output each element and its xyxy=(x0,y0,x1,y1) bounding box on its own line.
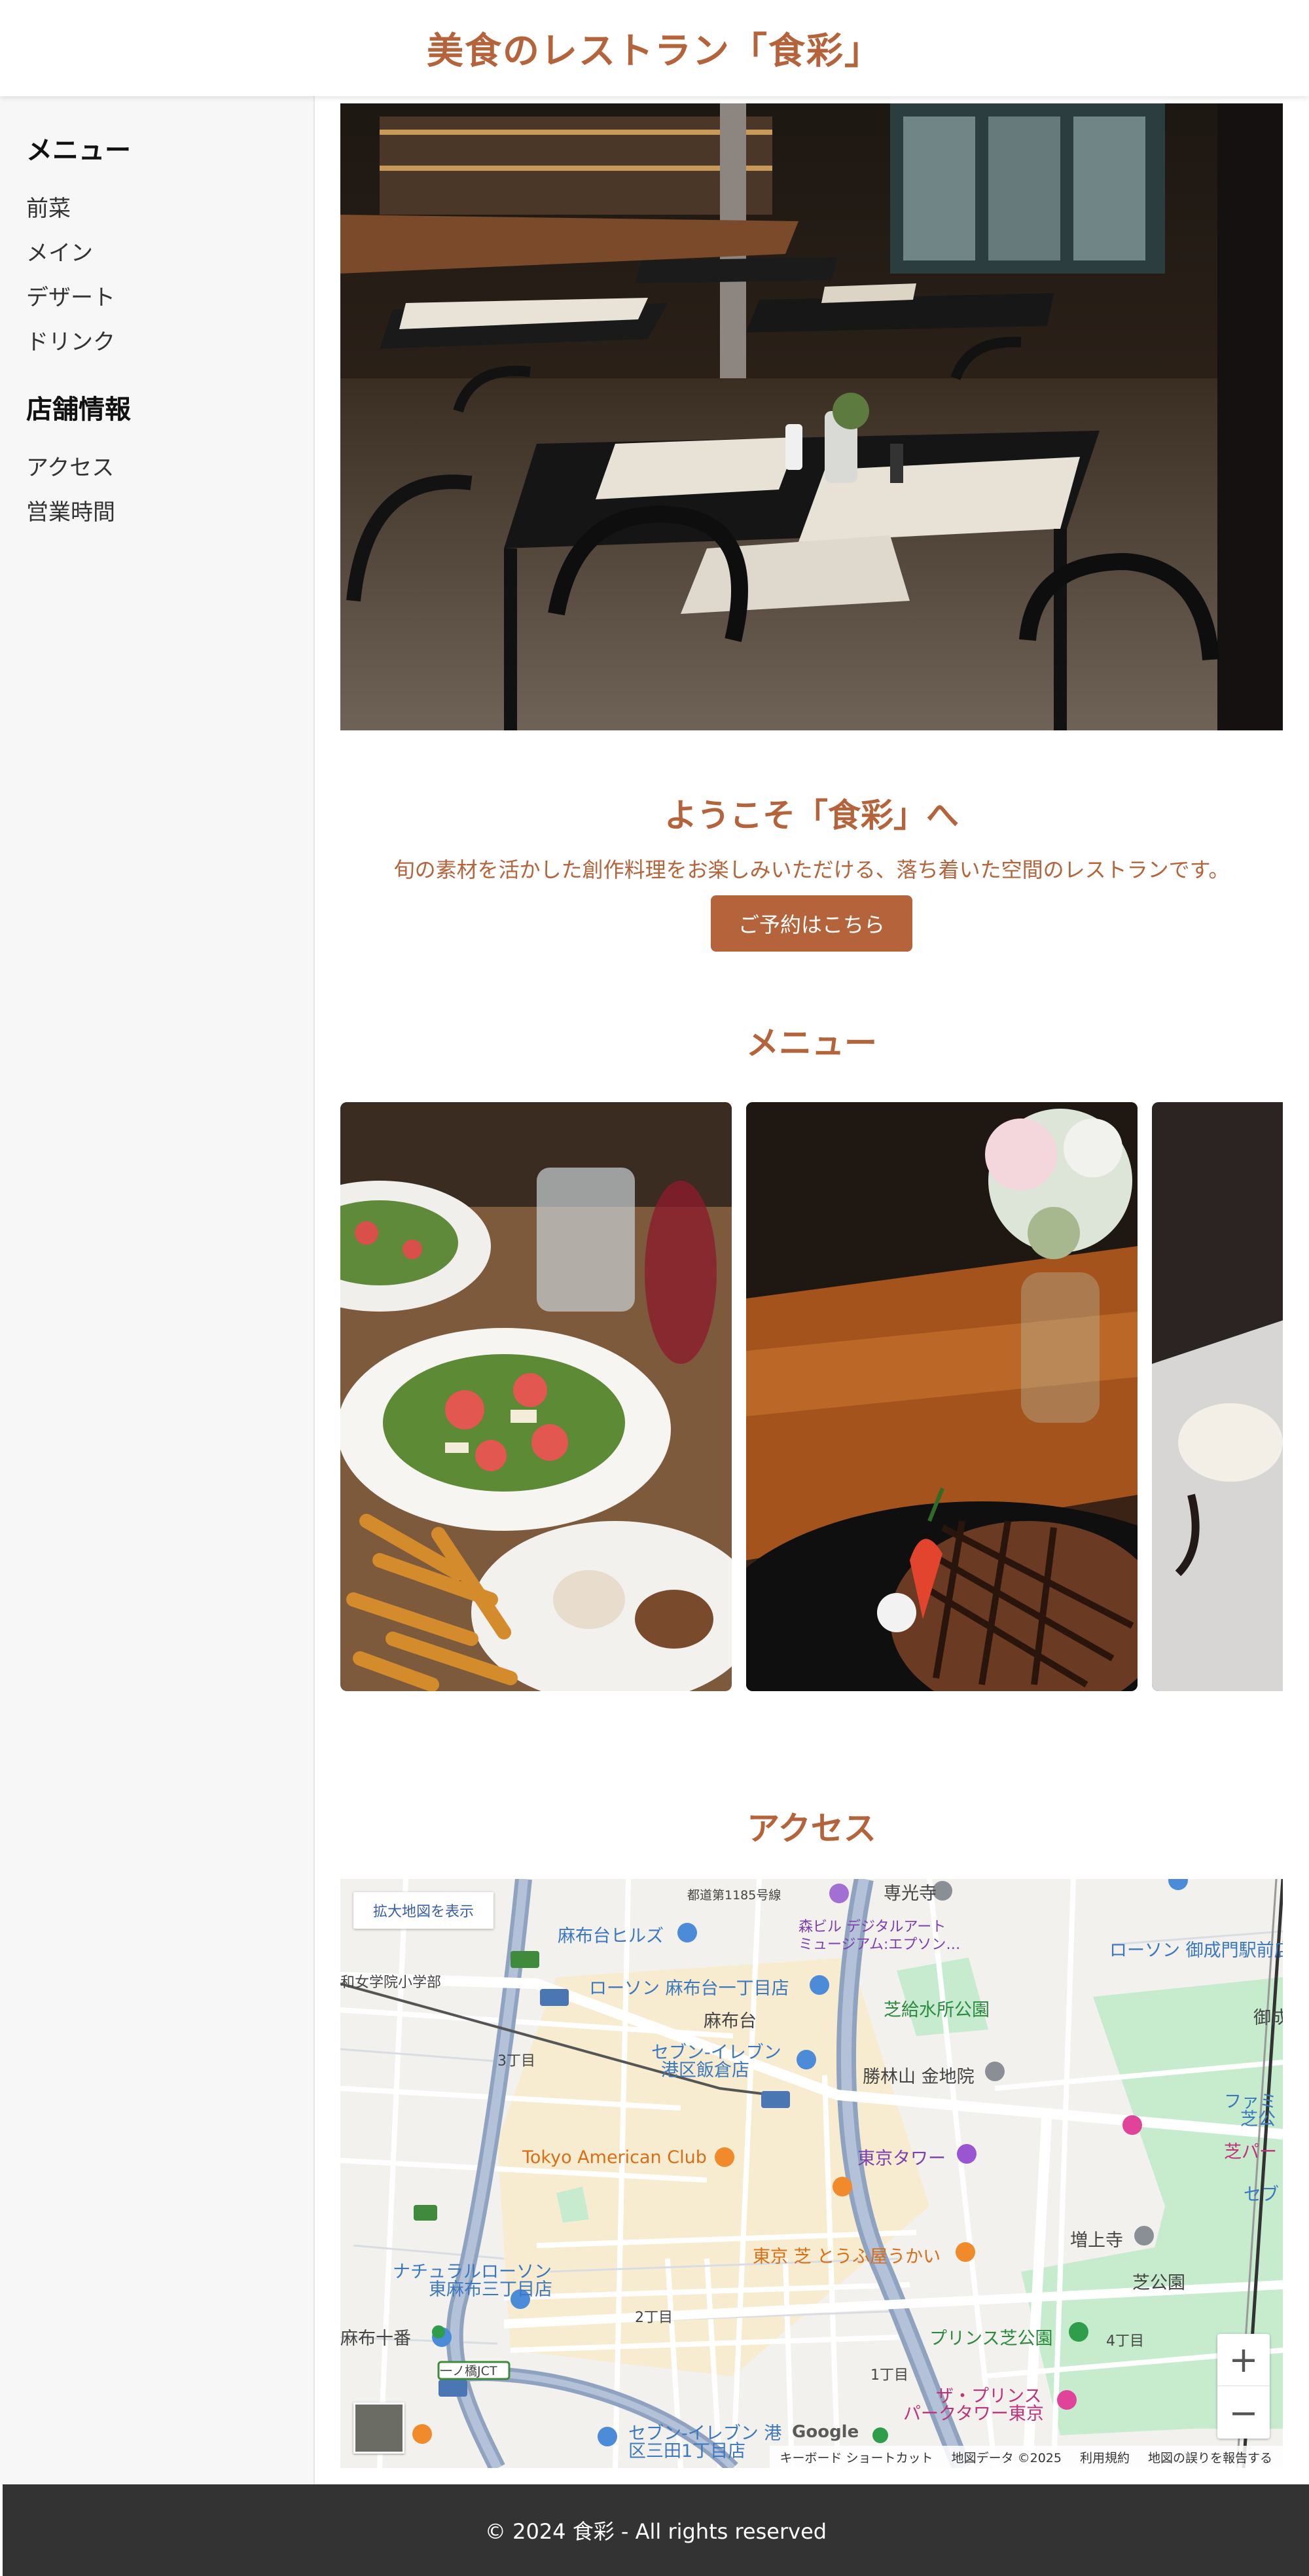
map-tiles xyxy=(340,1879,1283,2468)
map-label-sanchome: 3丁目 xyxy=(497,2053,535,2069)
map-label-shiba-park: 芝公園 xyxy=(1132,2273,1185,2293)
map-label-wakajo: 和女学院小学部 xyxy=(340,1975,442,1991)
menu-card-dessert[interactable] xyxy=(1152,1102,1283,1691)
terms-link[interactable]: 利用規約 xyxy=(1080,2448,1130,2466)
map-label-seven-mita-2: 区三田1丁目店 xyxy=(628,2441,746,2461)
map-label-azabudai: 麻布台 xyxy=(704,2011,757,2031)
map-label-shorinzan: 勝林山 金地院 xyxy=(863,2067,975,2087)
welcome-title: ようこそ「食彩」へ xyxy=(664,796,959,834)
map-label-azabujuban: 麻布十番 xyxy=(340,2329,411,2349)
sidebar-item-main[interactable]: メイン xyxy=(26,231,287,276)
sidebar-item-appetizer[interactable]: 前菜 xyxy=(26,187,287,231)
dessert-photo xyxy=(1152,1102,1283,1691)
site-header: 美食のレストラン「食彩」 xyxy=(0,0,1309,96)
salad-photo xyxy=(340,1102,732,1691)
map-label-mitsuke: 御成 xyxy=(1253,2008,1283,2028)
keyboard-shortcuts-link[interactable]: キーボード ショートカット xyxy=(780,2448,933,2466)
steak-photo xyxy=(746,1102,1138,1691)
map-label-senkoji: 専光寺 xyxy=(884,1884,937,1904)
map-satellite-toggle[interactable] xyxy=(353,2403,404,2454)
sidebar-item-hours[interactable]: 営業時間 xyxy=(26,490,287,535)
menu-card-salad[interactable] xyxy=(340,1102,732,1691)
map-label-azabudai-hills: 麻布台ヒルズ xyxy=(558,1926,664,1946)
map-zoom-controls: + − xyxy=(1217,2334,1270,2439)
site-title: 美食のレストラン「食彩」 xyxy=(427,30,882,73)
main-content: ようこそ「食彩」へ 旬の素材を活かした創作料理をお楽しみいただける、落ち着いた空… xyxy=(340,103,1283,2468)
zoom-in-button[interactable]: + xyxy=(1217,2334,1270,2386)
map-label-lawson-onarimon: ローソン 御成門駅前店 xyxy=(1109,1941,1283,1961)
sidebar-item-dessert[interactable]: デザート xyxy=(26,276,287,320)
expand-map-button[interactable]: 拡大地図を表示 xyxy=(353,1892,494,1929)
map-label-lawson-azabudai: ローソン 麻布台一丁目店 xyxy=(589,1978,789,1999)
google-map[interactable]: 麻布台ヒルズ 森ビル デジタルアート ミュージアム:エプソン… ローソン 御成門… xyxy=(340,1879,1283,2468)
map-label-prince-shiba: プリンス芝公園 xyxy=(929,2329,1053,2349)
google-logo: Google xyxy=(792,2422,859,2442)
reserve-button[interactable]: ご予約はこちら xyxy=(710,895,912,952)
map-data-text: 地図データ ©2025 xyxy=(951,2450,1062,2465)
menu-section-title: メニュー xyxy=(746,1024,877,1062)
restaurant-interior-photo xyxy=(340,103,1283,730)
map-label-sebu: セブ xyxy=(1244,2185,1279,2205)
sidebar-item-drink[interactable]: ドリンク xyxy=(26,320,287,365)
map-label-tokyo-tower: 東京タワー xyxy=(857,2149,946,2169)
map-label-itchome: 1丁目 xyxy=(870,2367,908,2384)
sidebar-menu-list: 前菜 メイン デザート ドリンク xyxy=(26,187,287,365)
site-footer: © 2024 食彩 - All rights reserved xyxy=(3,2484,1309,2576)
zoom-out-button[interactable]: − xyxy=(1217,2386,1270,2439)
map-label-the-prince-2: パークタワー東京 xyxy=(903,2404,1044,2424)
menu-carousel[interactable] xyxy=(340,1102,1283,1691)
welcome-text: 旬の素材を活かした創作料理をお楽しみいただける、落ち着いた空間のレストランです。 xyxy=(393,857,1230,882)
map-label-natural-lawson-2: 東麻布三丁目店 xyxy=(429,2280,552,2300)
copyright-text: © 2024 食彩 - All rights reserved xyxy=(484,2519,827,2544)
report-error-link[interactable]: 地図の誤りを報告する xyxy=(1148,2448,1272,2466)
map-label-zojoji: 増上寺 xyxy=(1070,2230,1123,2251)
sidebar-item-access[interactable]: アクセス xyxy=(26,446,287,490)
sidebar: メニュー 前菜 メイン デザート ドリンク 店舗情報 アクセス 営業時間 xyxy=(0,96,315,2485)
map-label-tokyo-american-club: Tokyo American Club xyxy=(522,2147,707,2168)
map-label-mori-building-2: ミュージアム:エプソン… xyxy=(798,1937,961,1953)
welcome-section: ようこそ「食彩」へ 旬の素材を活かした創作料理をお楽しみいただける、落ち着いた空… xyxy=(340,730,1283,952)
menu-card-steak[interactable] xyxy=(746,1102,1138,1691)
map-label-seven-iikura-2: 港区飯倉店 xyxy=(661,2060,749,2081)
map-label-shiba-water: 芝給水所公園 xyxy=(884,2000,990,2020)
map-label-shiba-park-right: 芝パー xyxy=(1224,2142,1277,2162)
map-footer: キーボード ショートカット 地図データ ©2025 利用規約 地図の誤りを報告す… xyxy=(769,2446,1283,2468)
map-label-tofuya: 東京 芝 とうふ屋うかい xyxy=(753,2247,941,2267)
map-label-ichinohashi: 一ノ橋JCT xyxy=(440,2364,497,2378)
access-section-title: アクセス xyxy=(747,1810,876,1848)
map-label-route1185: 都道第1185号線 xyxy=(687,1888,781,1903)
hero-image xyxy=(340,103,1283,730)
sidebar-heading-menu: メニュー xyxy=(26,135,131,166)
map-label-nichome: 2丁目 xyxy=(635,2310,673,2326)
map-label-famima-2: 芝公 xyxy=(1240,2109,1276,2130)
sidebar-heading-store-info: 店舗情報 xyxy=(26,395,131,425)
map-label-yonchome: 4丁目 xyxy=(1106,2333,1144,2350)
sidebar-info-list: アクセス 営業時間 xyxy=(26,446,287,535)
